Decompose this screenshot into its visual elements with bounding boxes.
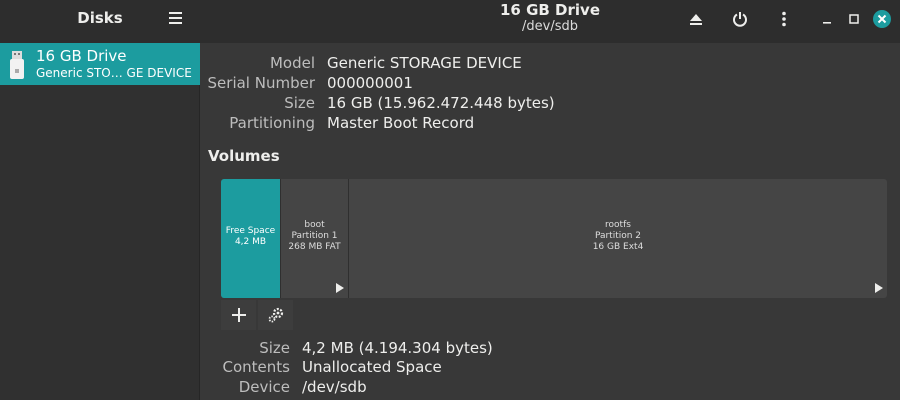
eject-icon[interactable] — [682, 6, 710, 32]
info-row-partitioning: Partitioning Master Boot Record — [0, 114, 900, 134]
volume-size: 16 GB Ext4 — [592, 242, 644, 252]
power-icon[interactable] — [726, 6, 754, 32]
info-row-serial: Serial Number 000000001 — [0, 74, 900, 94]
partition-options-button[interactable] — [258, 300, 293, 330]
volume-label: boot — [304, 220, 325, 230]
volume-free-space[interactable]: Free Space 4,2 MB — [221, 179, 280, 298]
minimize-icon[interactable] — [813, 6, 841, 32]
size-value: 16 GB (15.962.472.448 bytes) — [327, 94, 555, 112]
volume-size: 268 MB FAT — [288, 242, 341, 252]
drive-title: 16 GB Drive — [499, 1, 600, 19]
volume-partition: Partition 1 — [291, 231, 338, 241]
serial-value: 000000001 — [327, 74, 413, 92]
volume-rootfs-partition[interactable]: rootfs Partition 2 16 GB Ext4 — [349, 179, 887, 298]
header-bar: Disks 16 GB Drive /dev/sdb — [0, 0, 900, 43]
partitioning-label: Partitioning — [229, 114, 315, 132]
detail-row-device: Device /dev/sdb — [0, 378, 900, 398]
add-partition-button[interactable] — [221, 300, 256, 330]
detail-contents-label: Contents — [222, 358, 290, 376]
plus-icon — [231, 308, 246, 322]
info-row-size: Size 16 GB (15.962.472.448 bytes) — [0, 94, 900, 114]
size-label: Size — [284, 94, 315, 112]
volume-partition: Partition 2 — [594, 231, 642, 241]
drive-path: /dev/sdb — [522, 19, 578, 34]
close-icon[interactable] — [868, 6, 896, 32]
volumes-heading: Volumes — [208, 147, 280, 165]
model-value: Generic STORAGE DEVICE — [327, 54, 522, 72]
volume-label: Free Space — [225, 226, 276, 236]
detail-device-value: /dev/sdb — [302, 378, 367, 396]
more-vertical-icon[interactable] — [770, 6, 798, 32]
play-icon[interactable] — [875, 283, 883, 293]
hamburger-menu-icon[interactable] — [160, 10, 190, 28]
detail-contents-value: Unallocated Space — [302, 358, 442, 376]
detail-row-contents: Contents Unallocated Space — [0, 358, 900, 378]
volume-label: rootfs — [605, 220, 631, 230]
detail-device-label: Device — [238, 378, 290, 396]
volume-boot-partition[interactable]: boot Partition 1 268 MB FAT — [280, 179, 349, 298]
info-row-model: Model Generic STORAGE DEVICE — [0, 54, 900, 74]
play-icon[interactable] — [336, 283, 344, 293]
detail-size-value: 4,2 MB (4.194.304 bytes) — [302, 339, 493, 357]
volume-size: 4,2 MB — [234, 237, 267, 247]
model-label: Model — [269, 54, 315, 72]
serial-label: Serial Number — [207, 74, 315, 92]
gears-icon — [268, 307, 283, 323]
partitioning-value: Master Boot Record — [327, 114, 475, 132]
detail-size-label: Size — [259, 339, 290, 357]
volume-map: Free Space 4,2 MB boot Partition 1 268 M… — [221, 179, 887, 298]
detail-row-size: Size 4,2 MB (4.194.304 bytes) — [0, 339, 900, 359]
maximize-icon[interactable] — [840, 6, 868, 32]
